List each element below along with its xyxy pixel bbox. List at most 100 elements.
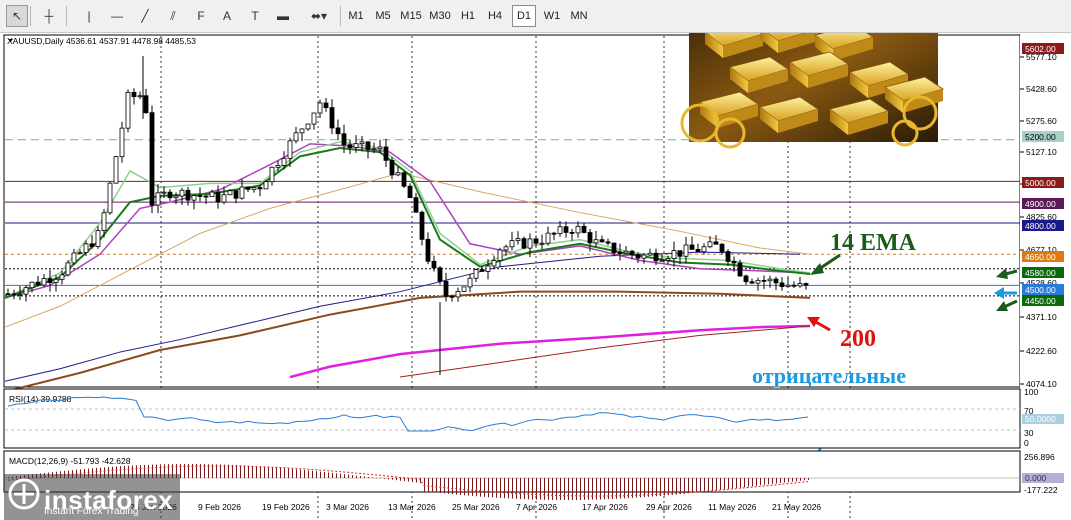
macd-bar xyxy=(440,478,441,494)
text-label-icon[interactable]: T xyxy=(244,5,266,27)
candle-body xyxy=(653,252,659,262)
price-chart[interactable]: 5577.105428.605275.605127.104974.104825.… xyxy=(0,33,1071,520)
candle-body xyxy=(791,284,797,287)
timeframe-m30[interactable]: M30 xyxy=(427,5,453,27)
macd-bar xyxy=(664,478,665,496)
candle-body xyxy=(125,91,131,129)
timeframe-h4[interactable]: H4 xyxy=(483,5,507,27)
macd-bar xyxy=(676,478,677,495)
candle-body xyxy=(35,281,41,286)
candle-body xyxy=(407,185,413,199)
candle-body xyxy=(437,267,443,282)
candle-body xyxy=(539,242,545,245)
candle-body xyxy=(707,241,713,248)
channel-icon[interactable]: ⫽ xyxy=(162,5,184,27)
macd-bar xyxy=(744,478,745,488)
fibonacci-icon[interactable]: F xyxy=(190,5,212,27)
macd-value: 0.000 xyxy=(1025,473,1047,483)
candle-body xyxy=(671,250,677,259)
macd-bar xyxy=(564,478,565,500)
macd-bar xyxy=(480,478,481,497)
price-tick-label: 5275.60 xyxy=(1026,116,1057,126)
macd-bar xyxy=(648,478,649,497)
macd-bar xyxy=(392,478,393,480)
watermark-subtext: Instant Forex Trading xyxy=(44,506,139,517)
macd-bar xyxy=(780,478,781,483)
crosshair-icon[interactable]: ┼ xyxy=(38,5,60,27)
candle-body xyxy=(449,295,455,298)
candle-body xyxy=(77,252,83,254)
toolbar-separator xyxy=(66,6,67,26)
price-level-value: 4450.00 xyxy=(1025,296,1056,306)
price-level-value: 5200.00 xyxy=(1025,132,1056,142)
macd-bar xyxy=(372,477,373,478)
macd-bar xyxy=(396,478,397,481)
price-tick-label: 4222.60 xyxy=(1026,346,1057,356)
candle-body xyxy=(419,211,425,240)
arrows-icon[interactable]: ⬌▾ xyxy=(304,5,334,27)
macd-bar xyxy=(232,464,233,478)
cursor-icon[interactable]: ↖ xyxy=(6,5,28,27)
text-icon[interactable]: A xyxy=(216,5,238,27)
candle-body xyxy=(341,133,347,146)
macd-label: MACD(12,26,9) -51.793 -42.628 xyxy=(9,456,131,466)
macd-bar xyxy=(716,478,717,491)
candle-body xyxy=(29,281,35,289)
candle-body xyxy=(215,191,221,203)
macd-bar xyxy=(484,478,485,497)
price-tick-label: 5127.10 xyxy=(1026,147,1057,157)
candle-body xyxy=(389,159,395,176)
macd-bar xyxy=(224,464,225,478)
macd-bar xyxy=(580,478,581,500)
macd-bar xyxy=(320,471,321,478)
candle-body xyxy=(245,186,251,190)
candle-body xyxy=(737,262,743,277)
macd-bar xyxy=(308,470,309,478)
macd-bar xyxy=(236,465,237,478)
candle-body xyxy=(287,140,293,159)
timeframe-m1[interactable]: M1 xyxy=(344,5,368,27)
macd-bar xyxy=(448,478,449,494)
macd-bar xyxy=(804,478,805,481)
macd-bar xyxy=(700,478,701,493)
macd-bar xyxy=(736,478,737,489)
candle-body xyxy=(221,194,227,203)
macd-bar xyxy=(384,478,385,479)
timeframe-mn[interactable]: MN xyxy=(566,5,592,27)
macd-bar xyxy=(540,478,541,500)
macd-bar xyxy=(424,478,425,492)
candle-body xyxy=(191,195,197,201)
timeframe-m15[interactable]: M15 xyxy=(398,5,424,27)
price-level-value: 5602.00 xyxy=(1025,44,1056,54)
macd-bar xyxy=(492,478,493,498)
horizontal-line-icon[interactable]: — xyxy=(106,5,128,27)
timeframe-w1[interactable]: W1 xyxy=(540,5,564,27)
timeframe-h1[interactable]: H1 xyxy=(456,5,480,27)
macd-bar xyxy=(296,469,297,478)
candle-body xyxy=(47,278,53,283)
ema-annotation: 14 EMA xyxy=(830,230,917,256)
shape-icon[interactable]: ▬ xyxy=(272,5,294,27)
trend-line-icon[interactable]: ╱ xyxy=(134,5,156,27)
macd-bar xyxy=(524,478,525,500)
rsi-label: RSI(14) 39.9788 xyxy=(9,394,72,404)
candle-body xyxy=(599,239,605,243)
candle-body xyxy=(755,279,761,284)
candle-body xyxy=(317,102,323,114)
macd-bar xyxy=(368,476,369,478)
macd-bar xyxy=(584,478,585,500)
candle-body xyxy=(377,146,383,150)
macd-bar xyxy=(220,464,221,478)
macd-bar xyxy=(268,466,269,478)
rsi-tick-label: 100 xyxy=(1024,387,1038,397)
macd-bar xyxy=(660,478,661,496)
candle-body xyxy=(521,238,527,249)
candle-body xyxy=(473,269,479,279)
macd-bar xyxy=(636,478,637,498)
timeframe-d1[interactable]: D1 xyxy=(512,5,536,27)
timeframe-m5[interactable]: M5 xyxy=(371,5,395,27)
candle-body xyxy=(167,191,173,199)
vertical-line-icon[interactable]: | xyxy=(78,5,100,27)
macd-bar xyxy=(476,478,477,497)
macd-bar xyxy=(672,478,673,495)
